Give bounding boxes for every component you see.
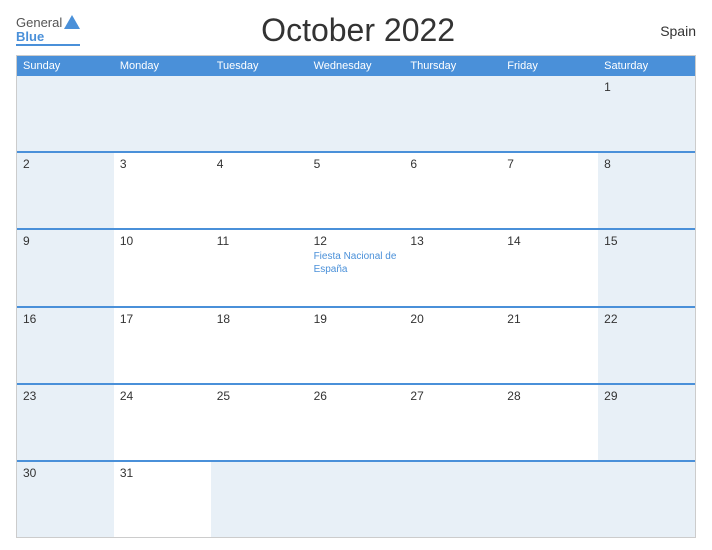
day-number: 26 xyxy=(314,389,399,403)
day-number: 24 xyxy=(120,389,205,403)
day-cell: 13 xyxy=(404,230,501,305)
day-cell: 31 xyxy=(114,462,211,537)
day-number: 8 xyxy=(604,157,689,171)
day-number: 18 xyxy=(217,312,302,326)
day-number: 27 xyxy=(410,389,495,403)
header: General Blue October 2022 Spain xyxy=(16,12,696,49)
day-number: 15 xyxy=(604,234,689,248)
day-number: 17 xyxy=(120,312,205,326)
day-number: 10 xyxy=(120,234,205,248)
day-cell: 8 xyxy=(598,153,695,228)
week-row-0: 1 xyxy=(17,76,695,151)
day-cell xyxy=(211,76,308,151)
day-number: 20 xyxy=(410,312,495,326)
logo: General Blue xyxy=(16,15,80,46)
day-header-tuesday: Tuesday xyxy=(211,56,308,76)
day-cell: 20 xyxy=(404,308,501,383)
day-cell xyxy=(17,76,114,151)
day-cell xyxy=(404,462,501,537)
day-cell: 4 xyxy=(211,153,308,228)
day-cell: 5 xyxy=(308,153,405,228)
day-cell xyxy=(501,462,598,537)
day-number: 4 xyxy=(217,157,302,171)
day-cell: 3 xyxy=(114,153,211,228)
day-cell: 10 xyxy=(114,230,211,305)
day-number: 6 xyxy=(410,157,495,171)
day-cell xyxy=(308,462,405,537)
day-cell xyxy=(308,76,405,151)
week-row-5: 30 31 xyxy=(17,460,695,537)
day-header-saturday: Saturday xyxy=(598,56,695,76)
day-headers-row: SundayMondayTuesdayWednesdayThursdayFrid… xyxy=(17,56,695,76)
day-header-sunday: Sunday xyxy=(17,56,114,76)
day-cell: 23 xyxy=(17,385,114,460)
day-number: 22 xyxy=(604,312,689,326)
logo-triangle-icon xyxy=(64,15,80,29)
day-cell: 28 xyxy=(501,385,598,460)
day-number: 14 xyxy=(507,234,592,248)
day-cell: 1 xyxy=(598,76,695,151)
week-row-3: 16 17 18 19 20 21 22 xyxy=(17,306,695,383)
day-number: 16 xyxy=(23,312,108,326)
day-cell xyxy=(114,76,211,151)
logo-underline xyxy=(16,44,80,46)
day-number: 28 xyxy=(507,389,592,403)
day-cell: 7 xyxy=(501,153,598,228)
day-cell: 9 xyxy=(17,230,114,305)
day-cell: 2 xyxy=(17,153,114,228)
day-cell: 17 xyxy=(114,308,211,383)
day-number: 30 xyxy=(23,466,108,480)
calendar-grid: SundayMondayTuesdayWednesdayThursdayFrid… xyxy=(16,55,696,538)
day-number: 21 xyxy=(507,312,592,326)
event-label: Fiesta Nacional de España xyxy=(314,250,399,276)
day-cell: 16 xyxy=(17,308,114,383)
day-cell: 24 xyxy=(114,385,211,460)
calendar-title: October 2022 xyxy=(80,12,636,49)
day-cell: 19 xyxy=(308,308,405,383)
day-cell: 30 xyxy=(17,462,114,537)
day-cell: 14 xyxy=(501,230,598,305)
weeks-container: 123456789101112Fiesta Nacional de España… xyxy=(17,76,695,537)
day-number: 1 xyxy=(604,80,689,94)
day-number: 13 xyxy=(410,234,495,248)
day-cell: 25 xyxy=(211,385,308,460)
day-cell xyxy=(211,462,308,537)
day-number: 3 xyxy=(120,157,205,171)
day-number: 5 xyxy=(314,157,399,171)
day-number: 11 xyxy=(217,234,302,248)
day-header-monday: Monday xyxy=(114,56,211,76)
day-cell xyxy=(404,76,501,151)
logo-blue: Blue xyxy=(16,30,44,43)
day-number: 31 xyxy=(120,466,205,480)
day-cell: 27 xyxy=(404,385,501,460)
calendar-page: General Blue October 2022 Spain SundayMo… xyxy=(0,0,712,550)
day-cell: 18 xyxy=(211,308,308,383)
day-number: 12 xyxy=(314,234,399,248)
day-number: 25 xyxy=(217,389,302,403)
day-number: 29 xyxy=(604,389,689,403)
day-number: 7 xyxy=(507,157,592,171)
day-number: 2 xyxy=(23,157,108,171)
logo-general: General xyxy=(16,16,62,29)
day-cell: 15 xyxy=(598,230,695,305)
day-cell xyxy=(598,462,695,537)
day-cell: 6 xyxy=(404,153,501,228)
day-cell xyxy=(501,76,598,151)
day-header-friday: Friday xyxy=(501,56,598,76)
day-header-thursday: Thursday xyxy=(404,56,501,76)
week-row-2: 9 10 11 12 Fiesta Nacional de España 13 14 15 xyxy=(17,228,695,305)
week-row-1: 2345678 xyxy=(17,151,695,228)
country-label: Spain xyxy=(636,23,696,39)
day-cell: 12 Fiesta Nacional de España xyxy=(308,230,405,305)
day-cell: 26 xyxy=(308,385,405,460)
day-cell: 11 xyxy=(211,230,308,305)
day-number: 9 xyxy=(23,234,108,248)
week-row-4: 23 24 25 26 27 28 29 xyxy=(17,383,695,460)
day-number: 23 xyxy=(23,389,108,403)
day-cell: 29 xyxy=(598,385,695,460)
day-number: 19 xyxy=(314,312,399,326)
day-cell: 22 xyxy=(598,308,695,383)
day-cell: 21 xyxy=(501,308,598,383)
day-header-wednesday: Wednesday xyxy=(308,56,405,76)
